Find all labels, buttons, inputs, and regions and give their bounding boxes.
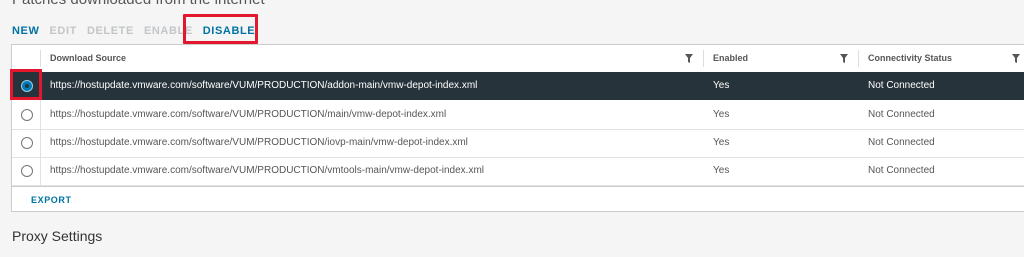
download-source-cell: https://hostupdate.vmware.com/software/V… (50, 80, 478, 91)
column-header-connectivity-status[interactable]: Connectivity Status (859, 45, 1024, 72)
column-header-download-source[interactable]: Download Source (41, 45, 703, 72)
edit-button[interactable]: EDIT (49, 25, 76, 37)
delete-button[interactable]: DELETE (87, 25, 134, 37)
download-source-cell: https://hostupdate.vmware.com/software/V… (50, 165, 485, 176)
status-cell: Not Connected (868, 137, 935, 148)
disable-highlight-box (183, 14, 258, 44)
row-radio-button[interactable] (21, 137, 33, 149)
grid-header: Download Source Enabled Connectivity Sta… (12, 45, 1024, 73)
filter-icon[interactable] (839, 53, 849, 64)
grid-footer: EXPORT (12, 186, 1024, 213)
radio-highlight-box (10, 69, 42, 100)
table-row[interactable]: https://hostupdate.vmware.com/software/V… (12, 72, 1024, 100)
proxy-settings-title: Proxy Settings (12, 228, 103, 244)
export-button[interactable]: EXPORT (31, 195, 72, 205)
table-row[interactable]: https://hostupdate.vmware.com/software/V… (12, 157, 1024, 186)
new-button[interactable]: NEW (12, 25, 39, 37)
enabled-cell: Yes (713, 137, 730, 148)
section-title: Patches downloaded from the internet (12, 0, 265, 8)
download-source-cell: https://hostupdate.vmware.com/software/V… (50, 109, 447, 120)
row-radio-button[interactable] (21, 109, 33, 121)
status-cell: Not Connected (868, 165, 935, 176)
status-cell: Not Connected (868, 109, 935, 120)
filter-icon[interactable] (1011, 53, 1021, 64)
table-row[interactable]: https://hostupdate.vmware.com/software/V… (12, 129, 1024, 158)
filter-icon[interactable] (684, 53, 694, 64)
download-source-cell: https://hostupdate.vmware.com/software/V… (50, 137, 468, 148)
enabled-cell: Yes (713, 109, 730, 120)
status-cell: Not Connected (868, 80, 935, 91)
depot-datagrid: Download Source Enabled Connectivity Sta… (11, 44, 1024, 212)
column-header-enabled[interactable]: Enabled (704, 45, 858, 72)
enabled-cell: Yes (713, 165, 730, 176)
table-row[interactable]: https://hostupdate.vmware.com/software/V… (12, 101, 1024, 130)
row-radio-button[interactable] (21, 165, 33, 177)
enabled-cell: Yes (713, 80, 730, 91)
